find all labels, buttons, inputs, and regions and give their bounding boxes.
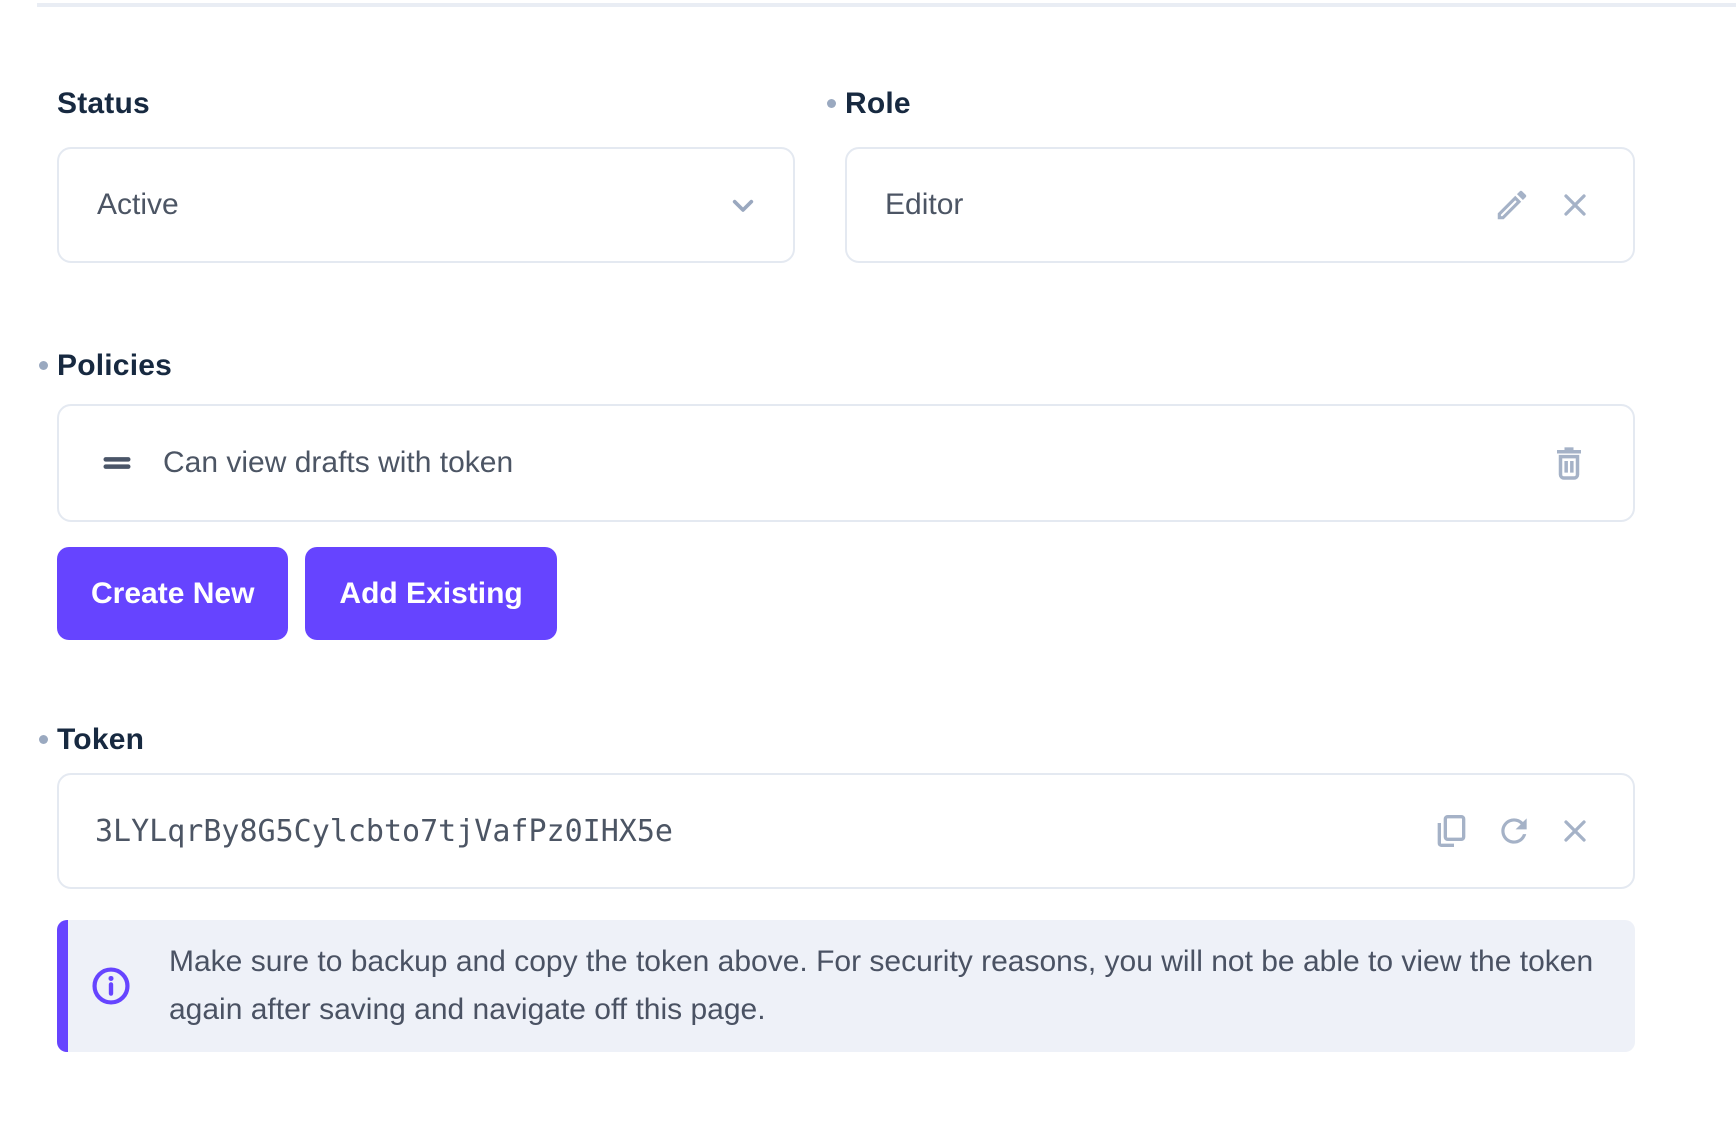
add-existing-button[interactable]: Add Existing [305,547,556,640]
notice-accent-bar [57,920,68,1052]
token-value: 3LYLqrBy8G5Cylcbto7tjVafPz0IHX5e [95,814,673,849]
required-dot [827,99,836,108]
token-notice: Make sure to backup and copy the token a… [57,920,1635,1052]
role-label-text: Role [845,87,911,120]
role-value: Editor [885,188,963,222]
trash-icon[interactable] [1549,443,1589,483]
policies-label-text: Policies [57,349,172,382]
policy-list-item[interactable]: Can view drafts with token [57,404,1635,522]
policy-item-title: Can view drafts with token [163,446,513,480]
copy-icon[interactable] [1431,811,1471,851]
role-field: Editor [845,147,1635,263]
token-input[interactable]: 3LYLqrBy8G5Cylcbto7tjVafPz0IHX5e [57,773,1635,889]
notice-text: Make sure to backup and copy the token a… [169,938,1604,1034]
close-icon[interactable] [1557,187,1593,223]
role-label: Role [845,86,911,122]
info-icon [90,965,132,1007]
create-new-button[interactable]: Create New [57,547,288,640]
chevron-down-icon[interactable] [723,185,763,225]
status-label: Status [57,86,150,122]
required-dot [39,361,48,370]
status-label-text: Status [57,87,150,120]
status-value: Active [97,188,179,222]
pencil-icon[interactable] [1493,186,1531,224]
token-label: Token [57,722,144,758]
policy-actions: Create New Add Existing [57,547,557,640]
section-divider [37,3,1736,7]
form-page: Status Active Role Editor [0,0,1736,1132]
status-select[interactable]: Active [57,147,795,263]
refresh-icon[interactable] [1495,812,1533,850]
required-dot [39,735,48,744]
token-label-text: Token [57,723,144,756]
close-icon[interactable] [1557,813,1593,849]
policies-label: Policies [57,348,172,384]
drag-handle-icon[interactable] [99,445,135,481]
